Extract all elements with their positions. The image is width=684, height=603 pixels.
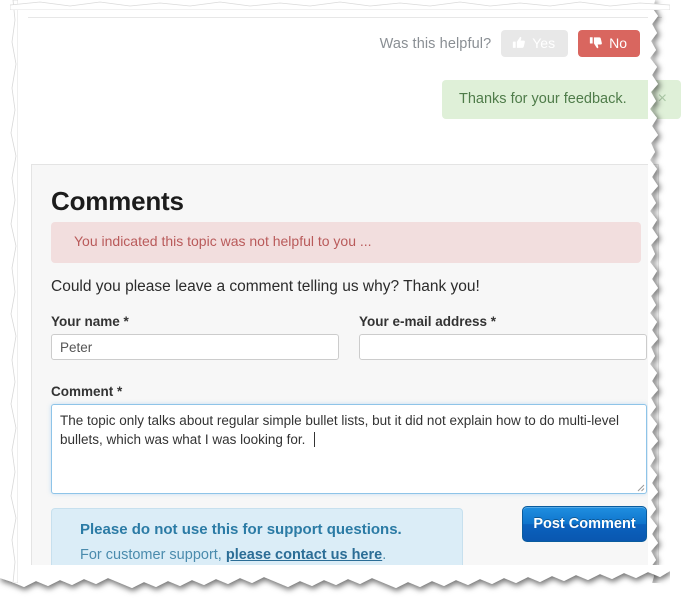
close-icon[interactable]: × bbox=[646, 91, 667, 107]
email-field-label: Your e-mail address * bbox=[359, 314, 497, 329]
not-helpful-alert: You indicated this topic was not helpful… bbox=[51, 222, 641, 263]
vote-yes-label: Yes bbox=[532, 35, 556, 51]
support-note-suffix: . bbox=[382, 547, 387, 563]
content-divider bbox=[28, 17, 662, 18]
feedback-bar: Was this helpful? Yes No bbox=[380, 30, 640, 57]
name-input[interactable] bbox=[51, 334, 339, 360]
feedback-thanks-text: Thanks for your feedback. bbox=[459, 91, 627, 107]
page-sheet: Was this helpful? Yes No Thanks for your… bbox=[14, 0, 681, 583]
comment-prompt: Could you please leave a comment telling… bbox=[51, 278, 480, 295]
comments-panel: Comments You indicated this topic was no… bbox=[31, 164, 659, 574]
not-helpful-alert-text: You indicated this topic was not helpful… bbox=[74, 233, 372, 249]
vote-no-label: No bbox=[609, 35, 627, 51]
vote-yes-button[interactable]: Yes bbox=[501, 30, 569, 57]
support-note-body: For customer support, please contact us … bbox=[80, 547, 386, 563]
comment-input-wrapper: The topic only talks about regular simpl… bbox=[51, 404, 647, 494]
support-note-prefix: For customer support, bbox=[80, 547, 226, 563]
post-comment-button[interactable]: Post Comment bbox=[522, 506, 647, 542]
support-note-box: Please do not use this for support quest… bbox=[51, 508, 463, 572]
contact-support-link[interactable]: please contact us here bbox=[226, 547, 382, 563]
comment-field-label: Comment * bbox=[51, 384, 123, 399]
support-note-title: Please do not use this for support quest… bbox=[80, 521, 402, 538]
name-field-label: Your name * bbox=[51, 314, 129, 329]
feedback-thanks-alert: Thanks for your feedback. × bbox=[442, 80, 681, 119]
email-input[interactable] bbox=[359, 334, 647, 360]
page-title: Comments bbox=[51, 186, 184, 216]
thumbs-up-icon bbox=[512, 36, 526, 50]
comment-textarea[interactable]: The topic only talks about regular simpl… bbox=[51, 404, 647, 494]
text-cursor bbox=[314, 432, 315, 447]
thumbs-down-icon bbox=[589, 36, 603, 50]
vote-no-button[interactable]: No bbox=[578, 30, 640, 57]
feedback-question: Was this helpful? bbox=[379, 35, 492, 52]
